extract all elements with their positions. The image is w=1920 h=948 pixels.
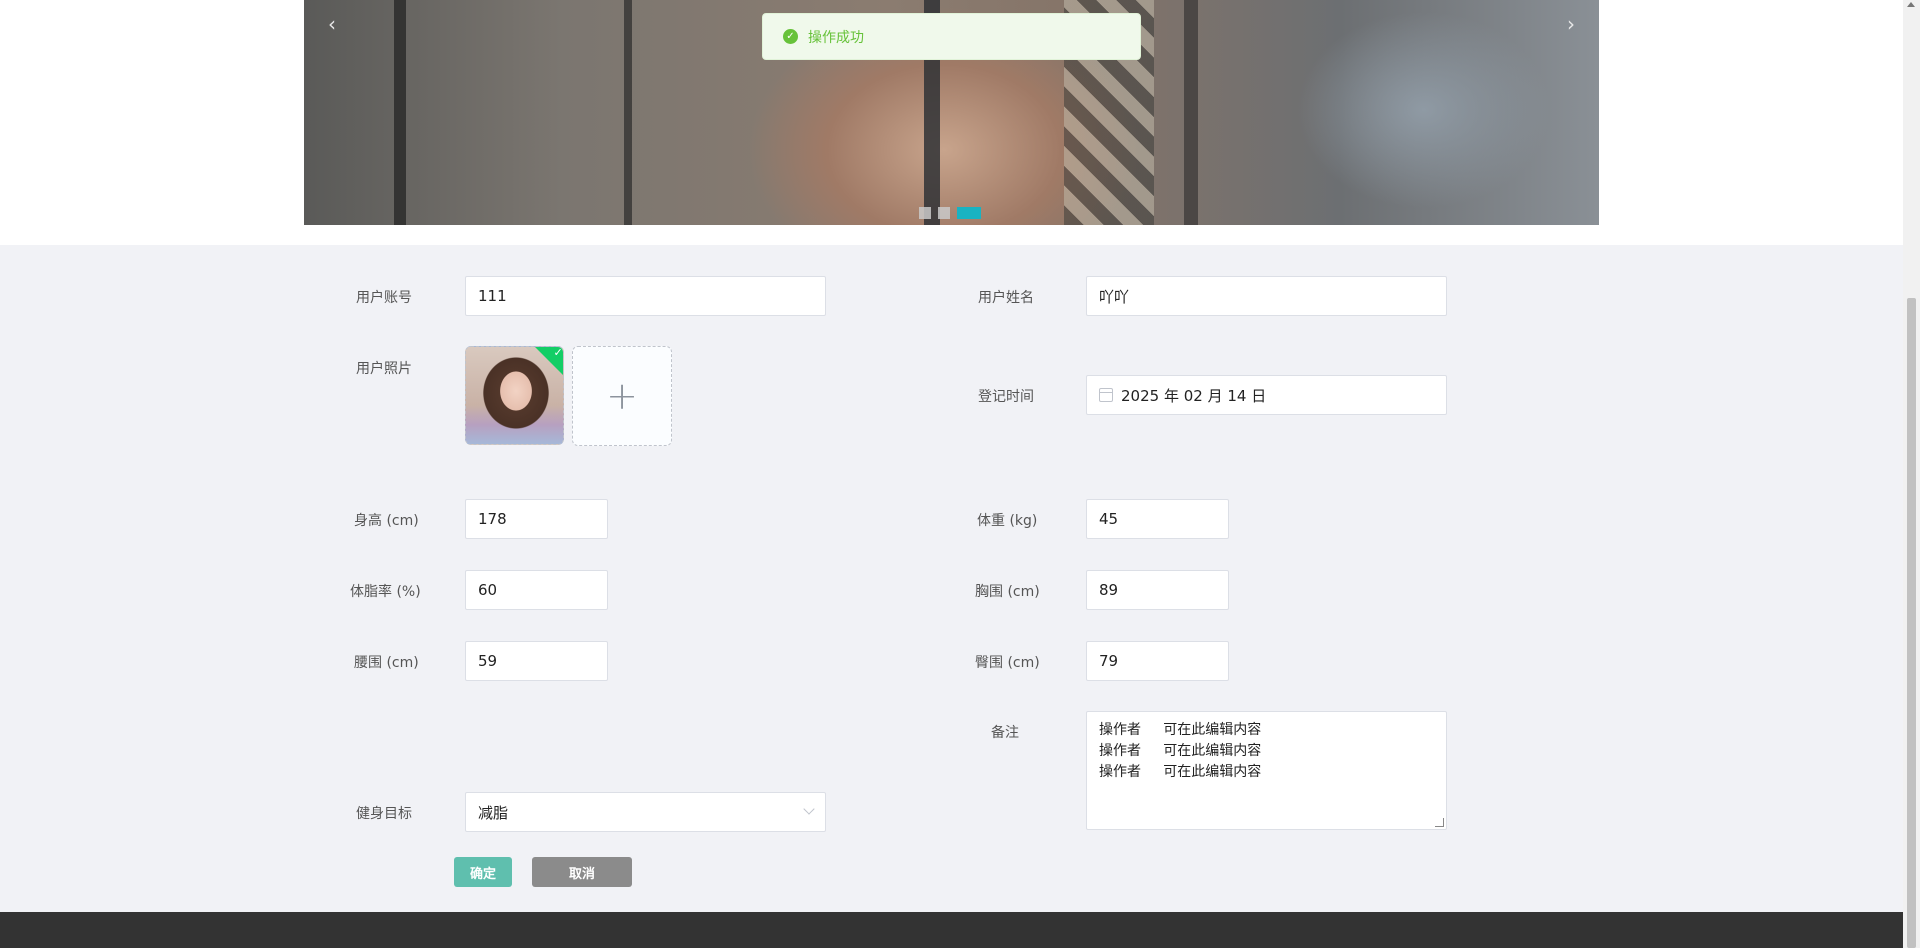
- name-value: 吖吖: [1099, 287, 1130, 306]
- carousel-indicator-1[interactable]: [919, 207, 931, 219]
- note-label: 备注: [991, 725, 1019, 741]
- reg-time-value: 2025 年 02 月 14 日: [1121, 386, 1267, 405]
- height-label: 身高 (cm): [354, 513, 419, 529]
- hip-label: 臀围 (cm): [975, 655, 1040, 671]
- chevron-down-icon: [803, 803, 815, 815]
- carousel-indicator-2[interactable]: [938, 207, 950, 219]
- height-value: 178: [478, 510, 507, 528]
- weight-input[interactable]: 45: [1086, 499, 1229, 539]
- goal-value: 减脂: [478, 803, 509, 822]
- photo-upload-button[interactable]: +: [572, 346, 672, 446]
- carousel-prev-icon[interactable]: ‹: [328, 14, 336, 34]
- page-footer: [0, 912, 1903, 948]
- banner-image-element: [394, 0, 406, 225]
- banner-image-element: [1184, 0, 1198, 225]
- bodyfat-value: 60: [478, 581, 498, 599]
- weight-value: 45: [1099, 510, 1119, 528]
- banner-image-element: [624, 0, 632, 225]
- reg-time-picker[interactable]: 2025 年 02 月 14 日: [1086, 375, 1447, 415]
- cancel-button[interactable]: 取消: [532, 857, 632, 887]
- weight-label: 体重 (kg): [977, 513, 1038, 529]
- chest-label: 胸围 (cm): [975, 584, 1040, 600]
- note-line: 操作者 可在此编辑内容: [1099, 743, 1262, 759]
- bodyfat-input[interactable]: 60: [465, 570, 608, 610]
- goal-select[interactable]: 减脂: [465, 792, 826, 832]
- account-value: 111: [478, 287, 507, 305]
- user-photo-thumbnail[interactable]: ✓: [465, 346, 564, 445]
- carousel-indicators: [919, 207, 981, 219]
- scrollbar-thumb[interactable]: [1907, 298, 1916, 948]
- scroll-up-icon[interactable]: [1907, 2, 1915, 7]
- success-toast: ✓ 操作成功: [762, 13, 1141, 60]
- plus-icon: +: [606, 374, 638, 418]
- carousel-next-icon[interactable]: ›: [1567, 14, 1575, 34]
- upload-success-badge: ✓: [533, 346, 563, 378]
- chest-input[interactable]: 89: [1086, 570, 1229, 610]
- name-label: 用户姓名: [978, 290, 1034, 306]
- hip-value: 79: [1099, 652, 1119, 670]
- name-input[interactable]: 吖吖: [1086, 276, 1447, 316]
- height-input[interactable]: 178: [465, 499, 608, 539]
- account-label: 用户账号: [356, 290, 412, 306]
- calendar-icon: [1099, 388, 1113, 402]
- toast-message: 操作成功: [808, 29, 864, 46]
- carousel-indicator-3[interactable]: [957, 207, 981, 219]
- account-input[interactable]: 111: [465, 276, 826, 316]
- bodyfat-label: 体脂率 (%): [350, 584, 421, 600]
- success-check-icon: ✓: [783, 29, 798, 44]
- chest-value: 89: [1099, 581, 1119, 599]
- goal-label: 健身目标: [356, 806, 412, 822]
- check-icon: ✓: [553, 346, 563, 359]
- waist-label: 腰围 (cm): [354, 655, 419, 671]
- resize-handle-icon[interactable]: [1435, 818, 1444, 827]
- confirm-button[interactable]: 确定: [454, 857, 512, 887]
- waist-input[interactable]: 59: [465, 641, 608, 681]
- photo-label: 用户照片: [356, 361, 412, 377]
- note-textarea[interactable]: 操作者 可在此编辑内容 操作者 可在此编辑内容 操作者 可在此编辑内容: [1086, 711, 1447, 830]
- reg-time-label: 登记时间: [978, 389, 1034, 405]
- hip-input[interactable]: 79: [1086, 641, 1229, 681]
- page-scrollbar[interactable]: [1903, 0, 1920, 948]
- note-line: 操作者 可在此编辑内容: [1099, 722, 1262, 738]
- note-line: 操作者 可在此编辑内容: [1099, 764, 1262, 780]
- waist-value: 59: [478, 652, 498, 670]
